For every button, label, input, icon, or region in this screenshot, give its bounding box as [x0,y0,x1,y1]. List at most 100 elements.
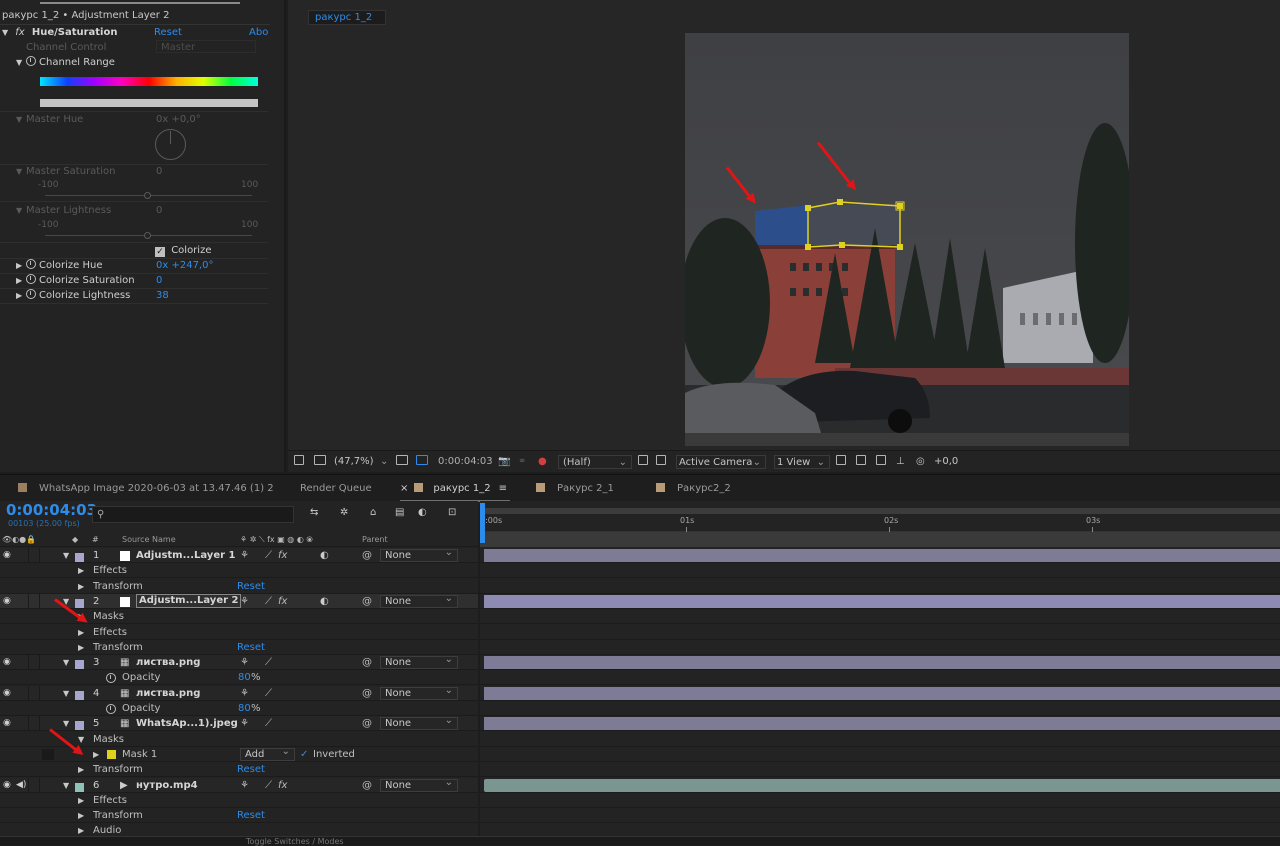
channel-control-dropdown[interactable]: Master [156,40,256,53]
graph-editor-icon[interactable]: ⊡ [448,507,456,518]
toggle-pixel-aspect-icon[interactable] [836,455,846,469]
effect-header-row[interactable]: ▼ fx Hue/Saturation Reset Abo [0,25,270,40]
timeline-icon[interactable] [876,455,886,469]
property-track[interactable] [480,609,1280,624]
camera-dropdown[interactable]: Active Camera ⌄ [676,455,766,469]
tab-rakurs-1-2[interactable]: × ракурс 1_2 ≡ [400,475,510,502]
stopwatch-icon[interactable] [26,56,36,66]
property-track[interactable] [480,747,1280,762]
region-of-interest-icon[interactable] [638,455,648,469]
label-header-icon: ◆ [72,535,79,544]
property-track[interactable] [480,625,1280,640]
viewer-tab[interactable]: ракурс 1_2 [308,10,386,25]
motion-blur-icon[interactable]: ◐ [418,507,427,518]
output-range-bar [40,99,258,107]
master-hue-value[interactable]: 0x +0,0° [156,112,201,127]
layer-duration-bar[interactable] [484,687,1280,700]
property-track[interactable] [480,563,1280,578]
flowchart-icon[interactable]: ⊥ [896,455,905,469]
frame-blending-icon[interactable]: ▤ [395,507,404,518]
mask-path-overlay[interactable] [685,33,1129,446]
layer-track[interactable] [480,716,1280,731]
layer-track[interactable] [480,655,1280,670]
channel-range-row[interactable]: ▼ Channel Range [16,55,115,70]
colorize-saturation-value[interactable]: 0 [156,273,162,288]
tab-render-queue[interactable]: Render Queue [300,475,372,502]
source-name-header[interactable]: Source Name [122,532,176,547]
comp-mini-flowchart-icon[interactable]: ⇆ [310,507,318,518]
effect-reset-link[interactable]: Reset [154,25,182,40]
fast-previews-icon[interactable] [856,455,866,469]
master-hue-dial[interactable] [155,129,186,160]
viewer-timecode[interactable]: 0:00:04:03 [438,455,493,469]
composition-frame[interactable] [685,33,1129,446]
number-header: # [92,535,99,544]
monitor-icon[interactable] [314,455,326,469]
layer-track[interactable] [480,594,1280,609]
property-track[interactable] [480,732,1280,747]
layer-track[interactable] [480,548,1280,563]
lightness-slider-handle[interactable] [144,232,151,239]
tab-rakurs2-2[interactable]: Ракурс2_2 [656,475,731,502]
effect-about-link[interactable]: Abo [249,25,268,40]
channel-range-label: Channel Range [39,57,115,68]
exposure-value[interactable]: +0,0 [934,455,958,469]
layer-track[interactable] [480,778,1280,793]
menu-icon[interactable]: ≡ [499,483,507,494]
views-dropdown[interactable]: 1 View ⌄ [774,455,830,469]
colorize-saturation-row[interactable]: ▶ Colorize Saturation [16,273,135,288]
checkbox-checked-icon[interactable]: ✓ [155,247,165,257]
current-time-indicator[interactable] [480,503,485,543]
time-ruler[interactable]: 0:00s 01s 02s 03s [480,514,1280,532]
property-track[interactable] [480,793,1280,808]
resolution-dropdown[interactable]: (Half) ⌄ [558,455,632,469]
layer-duration-bar[interactable] [484,656,1280,669]
layer-duration-bar[interactable] [484,595,1280,608]
always-preview-icon[interactable] [294,455,304,469]
master-lightness-value[interactable]: 0 [156,203,162,218]
mask-visibility-icon[interactable] [416,455,428,469]
property-track[interactable] [480,701,1280,716]
timeline-timecode[interactable]: 0:00:04:03 [6,501,97,519]
master-saturation-row: ▼ Master Saturation [16,166,116,177]
property-track[interactable] [480,762,1280,777]
colorize-hue-row[interactable]: ▶ Colorize Hue [16,258,102,273]
zoom-dropdown[interactable]: (47,7%) [334,455,374,469]
show-snapshot-icon[interactable]: ⚭ [518,455,526,469]
tab-whatsapp-image[interactable]: WhatsApp Image 2020-06-03 at 13.47.46 (1… [18,475,274,502]
panel-top-scroll[interactable] [40,2,240,4]
colorize-checkbox-row[interactable]: ✓ Colorize [155,243,211,258]
stopwatch-icon[interactable] [26,259,36,269]
tab-rakurs-2-1[interactable]: Ракурс 2_1 [536,475,614,502]
property-track[interactable] [480,579,1280,594]
saturation-slider-handle[interactable] [144,192,151,199]
close-icon[interactable]: × [400,483,408,494]
colorize-hue-value[interactable]: 0x +247,0° [156,258,213,273]
colorize-lightness-value[interactable]: 38 [156,288,169,303]
layer-search-input[interactable]: ⚲ [92,506,294,523]
safe-zones-icon[interactable] [396,455,408,469]
layer-track[interactable] [480,686,1280,701]
camera-snapshot-icon[interactable]: 📷 [498,455,510,469]
channels-icon[interactable]: ● [538,455,547,469]
stopwatch-icon[interactable] [26,289,36,299]
property-track[interactable] [480,670,1280,685]
hide-shy-layers-icon[interactable]: ⌂ [370,507,376,518]
collapse-triangle-icon[interactable]: ▼ [16,55,26,70]
stopwatch-icon[interactable] [26,274,36,284]
layer-duration-bar[interactable] [484,779,1280,792]
effect-name: Hue/Saturation [31,27,118,38]
av-features-header-icon: 👁◐●🔒 [2,535,37,544]
chevron-down-icon[interactable]: ⌄ [380,455,388,469]
transparency-grid-icon[interactable] [656,455,666,469]
colorize-lightness-row[interactable]: ▶ Colorize Lightness [16,288,130,303]
property-track[interactable] [480,640,1280,655]
collapse-triangle-icon[interactable]: ▼ [2,25,12,40]
layer-duration-bar[interactable] [484,549,1280,562]
property-track[interactable] [480,808,1280,823]
fx-icon: fx [15,27,25,38]
master-saturation-value[interactable]: 0 [156,164,162,179]
reset-exposure-icon[interactable]: ◎ [916,455,925,469]
layer-duration-bar[interactable] [484,717,1280,730]
draft-3d-icon[interactable]: ✲ [340,507,348,518]
